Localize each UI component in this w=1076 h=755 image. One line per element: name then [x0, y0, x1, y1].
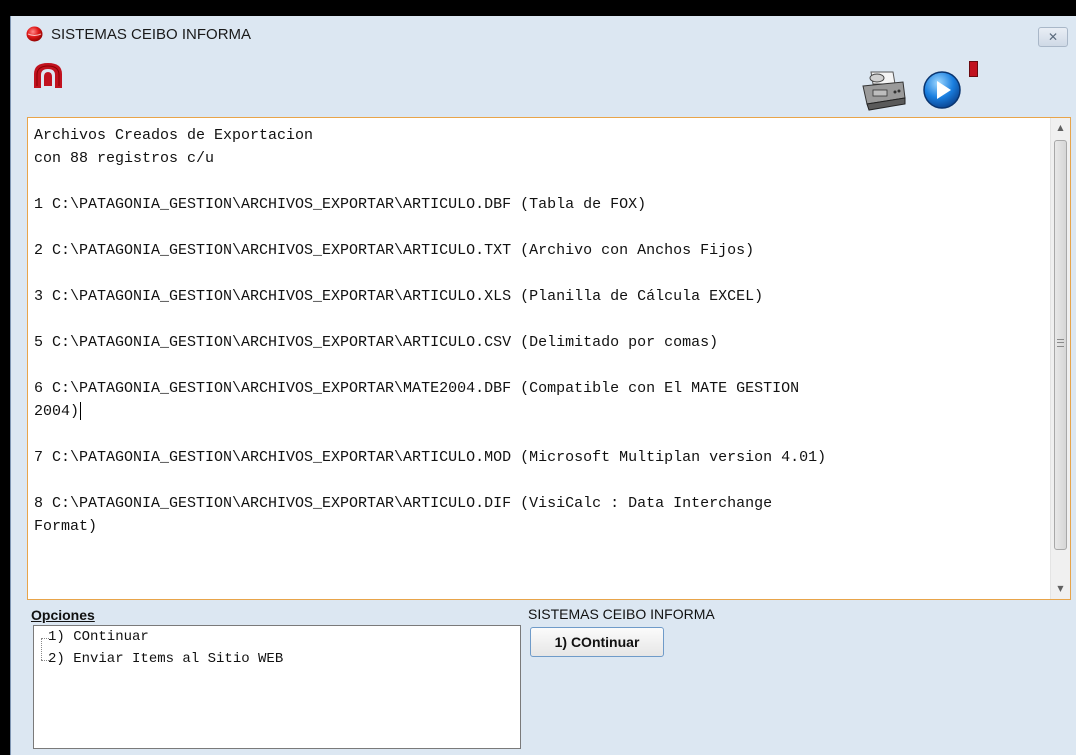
text-line: Format)	[34, 518, 98, 535]
text-line	[34, 423, 1046, 446]
options-tree[interactable]: 1) COntinuar 2) Enviar Items al Sitio WE…	[33, 625, 521, 749]
text-line: 2 C:\PATAGONIA_GESTION\ARCHIVOS_EXPORTAR…	[34, 242, 755, 259]
ceibo-logo-icon	[34, 63, 62, 88]
option-item-continuar[interactable]: 1) COntinuar	[48, 629, 149, 645]
close-icon: ✕	[1047, 30, 1059, 44]
text-line: 3 C:\PATAGONIA_GESTION\ARCHIVOS_EXPORTAR…	[34, 288, 764, 305]
continue-button[interactable]: 1) COntinuar	[530, 627, 664, 657]
action-group-label: SISTEMAS CEIBO INFORMA	[528, 606, 715, 622]
export-files-textbox[interactable]: Archivos Creados de Exportacion con 88 r…	[27, 117, 1071, 600]
text-line: 2004)	[34, 403, 80, 420]
export-files-text: Archivos Creados de Exportacion con 88 r…	[34, 124, 1046, 538]
text-line: 8 C:\PATAGONIA_GESTION\ARCHIVOS_EXPORTAR…	[34, 495, 773, 512]
printer-icon[interactable]	[859, 68, 909, 112]
text-line: Archivos Creados de Exportacion	[34, 127, 314, 144]
option-item-enviar-web[interactable]: 2) Enviar Items al Sitio WEB	[48, 651, 283, 667]
tree-connector	[41, 638, 42, 660]
red-box-icon	[969, 61, 978, 77]
options-label: Opciones	[31, 607, 95, 623]
app-window: SISTEMAS CEIBO INFORMA ✕ Archivos Creado…	[10, 16, 1076, 755]
text-line	[34, 262, 1046, 285]
text-line: 7 C:\PATAGONIA_GESTION\ARCHIVOS_EXPORTAR…	[34, 449, 827, 466]
close-button[interactable]: ✕	[1038, 27, 1068, 47]
text-line	[34, 469, 1046, 492]
scroll-down-arrow-icon[interactable]: ▼	[1051, 579, 1070, 599]
text-line: 5 C:\PATAGONIA_GESTION\ARCHIVOS_EXPORTAR…	[34, 334, 719, 351]
text-line-with-caret: 2004)	[34, 400, 1046, 423]
scroll-thumb[interactable]	[1054, 140, 1067, 550]
vertical-scrollbar[interactable]: ▲ ▼	[1050, 118, 1070, 599]
grip-icon	[1057, 339, 1064, 347]
text-line: 6 C:\PATAGONIA_GESTION\ARCHIVOS_EXPORTAR…	[34, 380, 800, 397]
scroll-up-arrow-icon[interactable]: ▲	[1051, 118, 1070, 138]
text-line	[34, 308, 1046, 331]
text-line	[34, 170, 1046, 193]
red-ball-icon	[26, 26, 43, 42]
play-icon[interactable]	[922, 70, 962, 110]
window-title: SISTEMAS CEIBO INFORMA	[51, 26, 252, 43]
text-line: con 88 registros c/u	[34, 150, 215, 167]
text-line	[34, 216, 1046, 239]
text-line	[34, 354, 1046, 377]
text-line: 1 C:\PATAGONIA_GESTION\ARCHIVOS_EXPORTAR…	[34, 196, 647, 213]
text-caret	[80, 402, 82, 420]
title-bar: SISTEMAS CEIBO INFORMA ✕	[11, 16, 1076, 52]
